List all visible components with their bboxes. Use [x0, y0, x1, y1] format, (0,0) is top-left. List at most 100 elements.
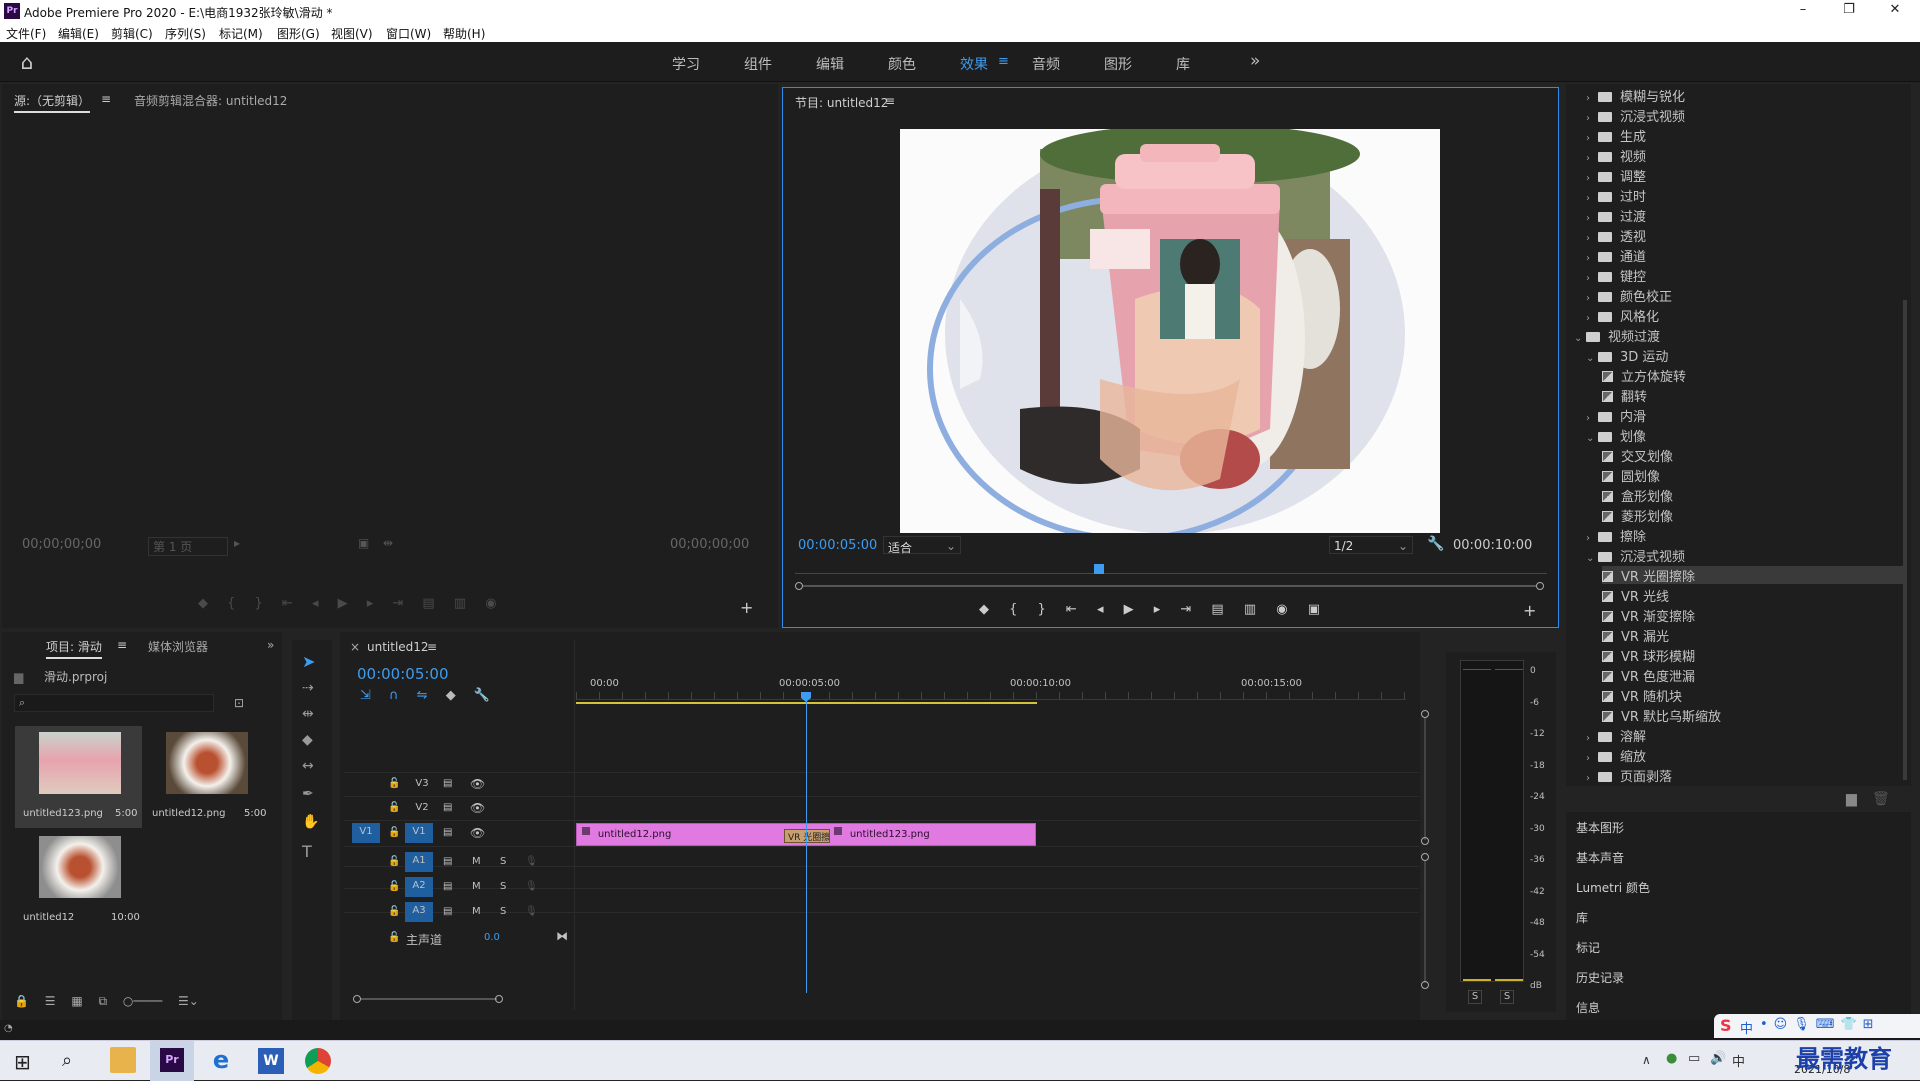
hand-tool-icon[interactable]: ✋ [302, 814, 319, 830]
effects-item[interactable]: VR 默比乌斯缩放 [1602, 706, 1904, 725]
chevron-right-icon[interactable]: › [1586, 113, 1598, 124]
effects-item[interactable]: VR 球形模糊 [1602, 646, 1904, 665]
menu-file[interactable]: 文件(F) [6, 25, 46, 42]
effects-item[interactable]: VR 渐变擦除 [1602, 606, 1904, 625]
workspace-graphics[interactable]: 图形 [1104, 54, 1132, 74]
menu-view[interactable]: 视图(V) [331, 25, 373, 42]
effects-item[interactable]: 圆划像 [1602, 466, 1904, 485]
source-settings-icon[interactable]: ▣ [358, 536, 369, 550]
chevron-right-icon[interactable]: › [1586, 413, 1598, 424]
new-bin-icon[interactable]: ▆ [1846, 791, 1857, 807]
program-resolution-select[interactable]: 1/2 ⌄ [1329, 536, 1413, 554]
lock-icon[interactable]: 🔓 [388, 932, 400, 943]
effects-folder[interactable]: › 擦除 [1586, 526, 1904, 545]
chevron-right-icon[interactable]: › [1586, 93, 1598, 104]
timeline-tab[interactable]: untitled12 [367, 640, 429, 654]
a-zoom-handle[interactable] [1421, 853, 1429, 861]
track-label[interactable]: V3 [412, 778, 432, 789]
effects-item[interactable]: 立方体旋转 [1602, 366, 1904, 385]
ime-mode[interactable]: 中 [1740, 1018, 1753, 1037]
effects-folder[interactable]: › 调整 [1586, 166, 1904, 185]
network-icon[interactable]: ▭ [1688, 1051, 1700, 1066]
effects-item[interactable]: 盒形划像 [1602, 486, 1904, 505]
pen-tool-icon[interactable]: ✒ [302, 786, 314, 802]
lock-icon[interactable]: 🔓 [388, 906, 400, 917]
program-current-timecode[interactable]: 00:00:05:00 [798, 538, 877, 553]
timeline-timecode[interactable]: 00:00:05:00 [357, 665, 449, 683]
workspace-color[interactable]: 颜色 [888, 54, 916, 74]
menu-marker[interactable]: 标记(M) [219, 25, 263, 42]
effects-folder[interactable]: › 沉浸式视频 [1586, 106, 1904, 125]
program-fit-select[interactable]: 适合 ⌄ [883, 536, 961, 555]
workspace-audio[interactable]: 音频 [1032, 54, 1060, 74]
program-zoom-start-handle[interactable] [795, 582, 803, 590]
source-tab[interactable]: 源:（无剪辑） [14, 92, 91, 113]
timeline-ruler[interactable] [576, 692, 1406, 700]
effects-folder[interactable]: › 缩放 [1586, 746, 1904, 765]
transition-vr-iris-wipe[interactable]: VR 光圈擦 [784, 829, 830, 843]
track-label[interactable]: A2 [405, 877, 433, 897]
menu-sequence[interactable]: 序列(S) [165, 25, 206, 42]
sync-lock-icon[interactable]: ▤ [443, 778, 452, 789]
essential-graphics-panel[interactable]: 基本图形 [1576, 819, 1624, 836]
effects-folder[interactable]: › 透视 [1586, 226, 1904, 245]
mute-button[interactable]: M [472, 856, 481, 867]
timeline-toolbar[interactable]: ⇲ ∩ ⇋ ◆ 🔧 [360, 688, 510, 704]
chevron-right-icon[interactable]: › [1586, 213, 1598, 224]
effects-folder[interactable]: › 风格化 [1586, 306, 1904, 325]
eye-icon[interactable]: 👁 [470, 801, 485, 815]
eye-icon[interactable]: 👁 [470, 777, 485, 791]
workspace-learn[interactable]: 学习 [672, 54, 700, 74]
menu-edit[interactable]: 编辑(E) [58, 25, 99, 42]
menu-graphics[interactable]: 图形(G) [277, 25, 320, 42]
workspace-libraries[interactable]: 库 [1176, 54, 1190, 74]
menu-clip[interactable]: 剪辑(C) [111, 25, 153, 42]
effects-item[interactable]: 交叉划像 [1602, 446, 1904, 465]
ripple-edit-tool-icon[interactable]: ⇹ [302, 706, 314, 722]
maximize-button[interactable]: ❐ [1826, 2, 1872, 20]
program-playhead[interactable] [1094, 564, 1104, 574]
eye-icon[interactable]: 👁 [470, 826, 485, 840]
source-transport-controls[interactable]: ◆ { } ⇤ ◂ ▶ ▸ ⇥ ▤ ▥ ◉ [198, 596, 598, 612]
effects-folder[interactable]: › 内滑 [1586, 406, 1904, 425]
timeline-close-icon[interactable]: × [350, 640, 360, 654]
program-ruler-track[interactable] [795, 573, 1547, 574]
chevron-right-icon[interactable]: › [1586, 293, 1598, 304]
program-tab-menu-icon[interactable]: ≡ [885, 94, 895, 108]
chevron-right-icon[interactable]: › [1586, 273, 1598, 284]
essential-sound-panel[interactable]: 基本声音 [1576, 849, 1624, 866]
master-end-icon[interactable]: ⧓ [556, 929, 568, 943]
delete-icon[interactable]: 🗑 [1872, 791, 1890, 807]
program-wrench-icon[interactable]: 🔧 [1427, 536, 1444, 552]
volume-icon[interactable]: 🔊 [1710, 1051, 1726, 1066]
ime-tools-icons[interactable]: •☺🎙⌨👕⊞ [1760, 1017, 1880, 1032]
program-transport-controls[interactable]: ◆ { } ⇤ ◂ ▶ ▸ ⇥ ▤ ▥ ◉ ▣ [979, 602, 1379, 618]
project-tab[interactable]: 项目: 滑动 [46, 638, 102, 659]
mic-icon[interactable]: 🎙 [525, 906, 538, 917]
track-label[interactable]: V1 [405, 823, 433, 843]
effects-item[interactable]: VR 光线 [1602, 586, 1904, 605]
sync-lock-icon[interactable]: ▤ [443, 802, 452, 813]
source-next-icon[interactable]: ▸ [234, 536, 240, 550]
workspace-editing[interactable]: 编辑 [816, 54, 844, 74]
a-zoom-handle[interactable] [1421, 981, 1429, 989]
source-page-select[interactable]: 第 1 页 [148, 537, 228, 556]
solo-button[interactable]: S [500, 906, 506, 917]
selection-tool-icon[interactable]: ➤ [302, 652, 315, 671]
chevron-right-icon[interactable]: › [1586, 753, 1598, 764]
source-timecode[interactable]: 00;00;00;00 [22, 537, 101, 552]
sync-lock-icon[interactable]: ▤ [443, 827, 452, 838]
taskbar-search-icon[interactable]: ⌕ [62, 1050, 72, 1071]
workspace-menu-icon[interactable]: ≡ [998, 54, 1009, 69]
effects-item[interactable]: VR 光圈擦除 [1602, 566, 1904, 585]
track-label[interactable]: A1 [405, 852, 433, 872]
project-item[interactable]: untitled123.png 5:00 [15, 726, 142, 828]
workspace-effects[interactable]: 效果 [960, 54, 988, 74]
effects-folder[interactable]: ⌄ 3D 运动 [1586, 346, 1904, 365]
chrome-icon[interactable] [305, 1048, 331, 1074]
home-icon[interactable]: ⌂ [16, 50, 38, 74]
project-search-input[interactable]: ⌕ [14, 694, 214, 712]
program-tab[interactable]: 节目: untitled12 [795, 94, 888, 111]
markers-panel[interactable]: 标记 [1576, 939, 1600, 956]
windows-start-icon[interactable]: ⊞ [14, 1050, 31, 1074]
